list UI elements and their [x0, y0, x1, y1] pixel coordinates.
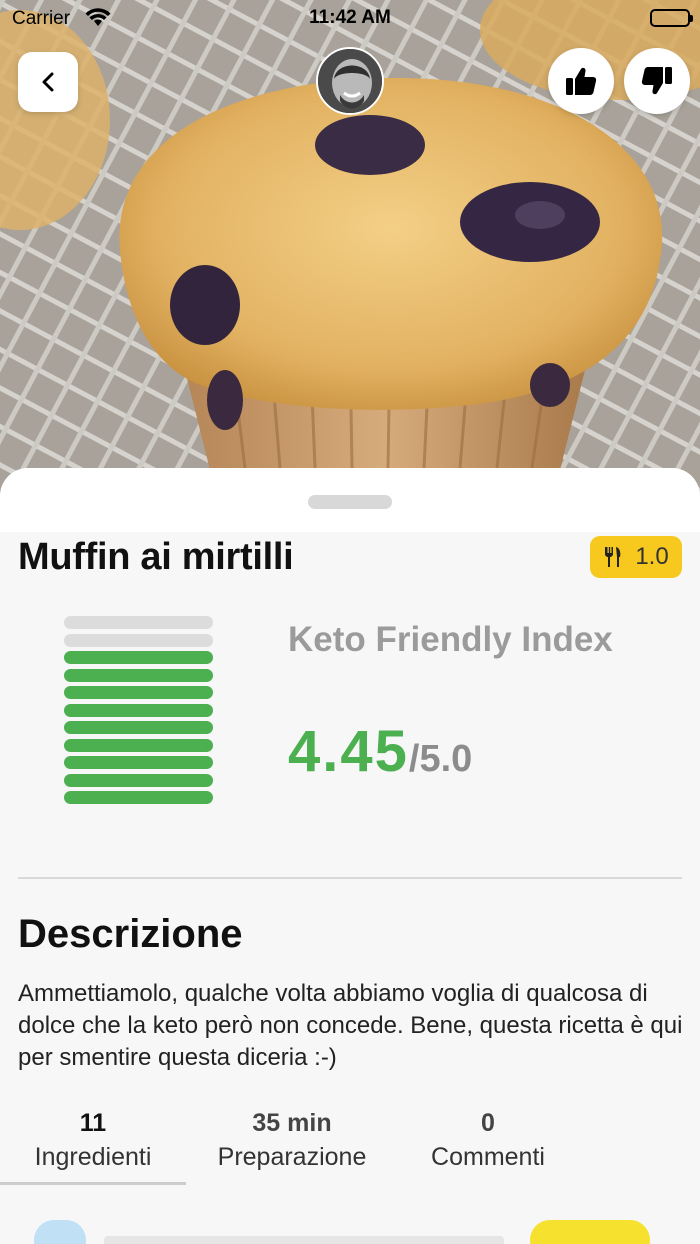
meter-bar-filled: [64, 686, 213, 699]
meter-bar-filled: [64, 721, 213, 734]
recipe-tabs: 11 Ingredienti 35 min Preparazione 0 Com…: [0, 1104, 700, 1188]
battery-icon: [650, 9, 693, 27]
tab-commenti[interactable]: 0 Commenti: [408, 1104, 568, 1172]
like-button[interactable]: [548, 48, 614, 114]
back-button[interactable]: [18, 52, 78, 112]
keto-index-max: /5.0: [408, 738, 473, 780]
dislike-button[interactable]: [624, 48, 690, 114]
tab-count: 35 min: [252, 1109, 332, 1137]
meter-bar-filled: [64, 773, 213, 787]
fork-knife-icon: [605, 547, 621, 567]
meter-bar-filled: [64, 703, 213, 717]
tab-count: 11: [79, 1109, 107, 1137]
clock: 11:42 AM: [309, 7, 391, 28]
thumbs-up-icon: [566, 67, 597, 95]
ingredient-icon: [34, 1220, 86, 1244]
tab-count: 0: [481, 1109, 495, 1137]
sheet-grabber[interactable]: [308, 495, 392, 509]
tab-label: Ingredienti: [34, 1143, 152, 1171]
active-tab-indicator: [0, 1182, 186, 1185]
keto-index-score: 4.45/5.0: [288, 718, 472, 785]
tab-label: Commenti: [431, 1143, 545, 1171]
meter-bar-filled: [64, 651, 213, 664]
chevron-left-icon: [42, 72, 54, 92]
keto-index-label: Keto Friendly Index: [288, 620, 613, 659]
meter-bar-filled: [64, 668, 213, 682]
tab-preparazione[interactable]: 35 min Preparazione: [196, 1104, 388, 1172]
keto-index-value: 4.45: [288, 719, 409, 784]
tab-ingredienti[interactable]: 11 Ingredienti: [0, 1104, 186, 1172]
servings-value: 1.0: [635, 543, 669, 570]
author-avatar[interactable]: [316, 47, 384, 115]
meter-bar-filled: [64, 791, 213, 804]
description-heading: Descrizione: [18, 912, 243, 956]
add-ingredient-button[interactable]: [530, 1220, 650, 1244]
recipe-title: Muffin ai mirtilli: [18, 536, 294, 578]
tab-label: Preparazione: [217, 1143, 367, 1171]
thumbs-down-icon: [641, 67, 672, 95]
servings-badge: 1.0: [590, 536, 682, 578]
meter-bar-empty: [64, 633, 213, 647]
status-bar: Carrier 11:42 AM: [0, 0, 700, 36]
description-text: Ammettiamolo, qualche volta abbiamo vogl…: [18, 980, 683, 1071]
meter-bar-empty: [64, 616, 213, 629]
keto-index-meter: [64, 616, 213, 809]
ingredient-row-preview: [104, 1236, 504, 1244]
section-divider: [18, 877, 682, 879]
meter-bar-filled: [64, 756, 213, 769]
meter-bar-filled: [64, 738, 213, 752]
recipe-detail-sheet[interactable]: Muffin ai mirtilli 1.0 Keto Friendly Ind…: [0, 468, 700, 1244]
